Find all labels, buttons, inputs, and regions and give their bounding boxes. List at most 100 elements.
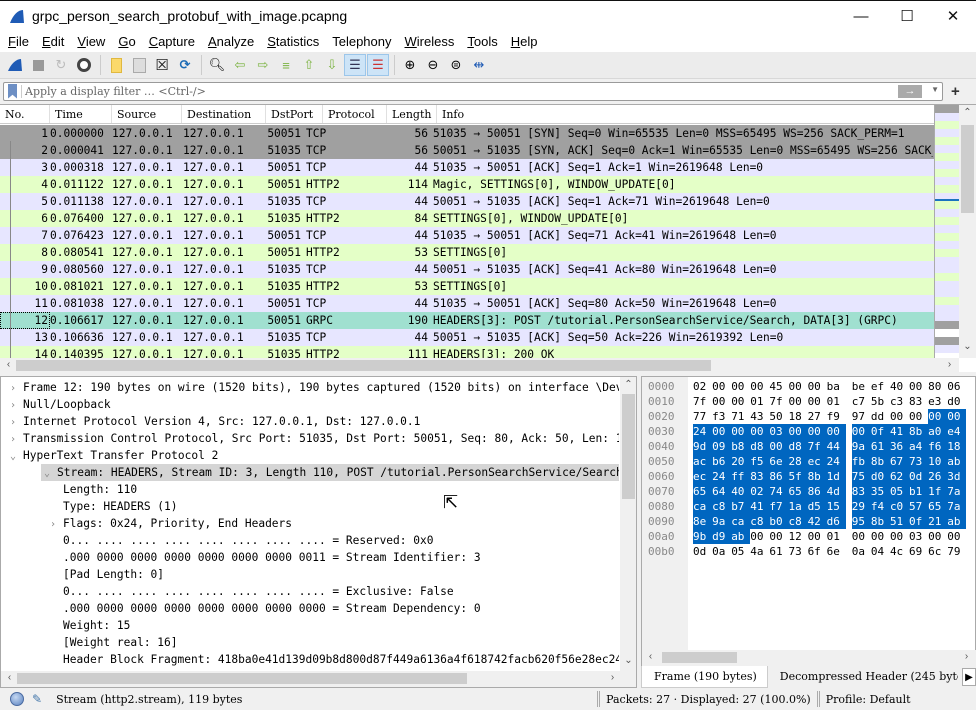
hex-byte[interactable]: ca: [693, 499, 713, 514]
hex-byte[interactable]: 01: [827, 529, 846, 544]
column-header-time[interactable]: Time: [50, 105, 112, 123]
details-vscrollbar[interactable]: ⌃ ⌄: [620, 377, 636, 671]
hex-byte[interactable]: c8: [750, 514, 770, 529]
hex-byte[interactable]: 06: [947, 379, 966, 394]
detail-tree-item[interactable]: .000 0000 0000 0000 0000 0000 0000 0000 …: [1, 600, 619, 617]
hex-byte[interactable]: 79: [947, 544, 966, 559]
detail-tree-item[interactable]: .000 0000 0000 0000 0000 0000 0000 0011 …: [1, 549, 619, 566]
hex-byte[interactable]: 02: [693, 379, 712, 394]
menu-file[interactable]: File: [3, 34, 34, 49]
hex-byte[interactable]: ec: [693, 469, 713, 484]
hex-byte[interactable]: ef: [871, 379, 890, 394]
zoom-normal-button[interactable]: ⊜: [445, 54, 467, 76]
packet-row[interactable]: 1 0.000000 127.0.0.1 127.0.0.1 50051 TCP 56 510…: [0, 125, 934, 142]
hex-byte[interactable]: 40: [890, 379, 909, 394]
hex-byte[interactable]: 51: [889, 514, 910, 529]
hex-byte[interactable]: 24: [826, 454, 846, 469]
column-header-dstport[interactable]: DstPort: [266, 105, 323, 123]
tab-decompressed-header[interactable]: Decompressed Header (245 bytes): [768, 666, 958, 688]
scrollbar-thumb[interactable]: [961, 125, 974, 213]
details-hscrollbar[interactable]: ‹ ›: [1, 671, 636, 687]
hex-byte[interactable]: be: [852, 379, 871, 394]
packet-row[interactable]: 5 0.011138 127.0.0.1 127.0.0.1 51035 TCP 44 500…: [0, 193, 934, 210]
hex-byte[interactable]: 0d: [693, 544, 712, 559]
hex-byte[interactable]: 03: [909, 529, 928, 544]
menu-edit[interactable]: Edit: [37, 34, 69, 49]
hex-byte[interactable]: 0f: [870, 424, 890, 439]
hex-byte[interactable]: 00: [712, 379, 731, 394]
menu-capture[interactable]: Capture: [144, 34, 200, 49]
hex-byte[interactable]: 77: [693, 409, 712, 424]
hex-byte[interactable]: fb: [851, 454, 871, 469]
packet-row[interactable]: 8 0.080541 127.0.0.1 127.0.0.1 50051 HTTP2 53 S…: [0, 244, 934, 261]
add-filter-button[interactable]: +: [951, 83, 960, 100]
menu-statistics[interactable]: Statistics: [262, 34, 324, 49]
hex-byte[interactable]: 00: [826, 424, 846, 439]
hex-byte[interactable]: 00: [807, 424, 827, 439]
hex-byte[interactable]: d0: [870, 469, 890, 484]
scroll-left-icon[interactable]: ‹: [642, 651, 659, 662]
hex-byte[interactable]: 7f: [769, 394, 788, 409]
hex-byte[interactable]: 0f: [909, 514, 929, 529]
hex-byte[interactable]: 01: [827, 394, 846, 409]
hex-byte[interactable]: d0: [947, 394, 966, 409]
expand-right-icon[interactable]: ›: [7, 380, 19, 396]
hex-byte[interactable]: d5: [807, 499, 827, 514]
maximize-button[interactable]: ☐: [884, 1, 930, 31]
expand-down-icon[interactable]: ⌄: [7, 448, 19, 464]
hex-byte[interactable]: 15: [826, 499, 846, 514]
hex-byte[interactable]: 00: [731, 394, 750, 409]
hex-byte[interactable]: f9: [827, 409, 846, 424]
hex-byte[interactable]: 00: [750, 529, 769, 544]
go-forward-button[interactable]: ⇨: [252, 54, 274, 76]
scroll-right-icon[interactable]: ›: [604, 672, 621, 683]
hex-byte[interactable]: 01: [750, 394, 769, 409]
bytes-hscrollbar[interactable]: ‹ ›: [641, 650, 976, 666]
packet-row[interactable]: 11 0.081038 127.0.0.1 127.0.0.1 50051 TCP 44 51…: [0, 295, 934, 312]
hex-byte[interactable]: 1a: [788, 499, 808, 514]
hex-byte[interactable]: 00: [852, 529, 871, 544]
reload-file-button[interactable]: ⟳: [174, 54, 196, 76]
hex-byte[interactable]: 00: [769, 439, 789, 454]
hex-byte[interactable]: 8b: [909, 424, 929, 439]
hex-byte[interactable]: 80: [928, 379, 947, 394]
hex-byte[interactable]: ab: [731, 529, 751, 544]
save-file-button[interactable]: [128, 54, 150, 76]
hex-byte[interactable]: 64: [712, 484, 732, 499]
packet-row[interactable]: 6 0.076400 127.0.0.1 127.0.0.1 51035 HTTP2 84 S…: [0, 210, 934, 227]
hex-byte[interactable]: 6c: [928, 544, 947, 559]
hex-byte[interactable]: 36: [889, 439, 910, 454]
hex-byte[interactable]: 44: [826, 439, 846, 454]
detail-tree-item[interactable]: [Weight real: 16]: [1, 634, 619, 651]
scrollbar-thumb[interactable]: [16, 360, 711, 371]
hex-byte[interactable]: 5f: [788, 469, 808, 484]
hex-byte[interactable]: 86: [807, 484, 827, 499]
hex-byte[interactable]: b7: [731, 499, 751, 514]
hex-byte[interactable]: 00: [890, 529, 909, 544]
hex-byte[interactable]: 61: [769, 544, 788, 559]
hex-byte[interactable]: c0: [889, 499, 910, 514]
hex-byte[interactable]: 00: [731, 379, 750, 394]
hex-byte[interactable]: e3: [928, 394, 947, 409]
expand-right-icon[interactable]: ›: [7, 431, 19, 447]
hex-byte[interactable]: 8b: [870, 454, 890, 469]
hex-byte[interactable]: 0d: [909, 469, 929, 484]
detail-tree-item[interactable]: 0... .... .... .... .... .... .... .... …: [1, 532, 619, 549]
hex-byte[interactable]: b8: [731, 439, 751, 454]
hex-byte[interactable]: ec: [807, 454, 827, 469]
detail-tree-item[interactable]: [Pad Length: 0]: [1, 566, 619, 583]
hex-byte[interactable]: 05: [731, 544, 750, 559]
hex-byte[interactable]: b1: [909, 484, 929, 499]
hex-byte[interactable]: 7f: [807, 439, 827, 454]
hex-byte[interactable]: 4d: [826, 484, 846, 499]
hex-byte[interactable]: 18: [788, 409, 807, 424]
packet-minimap[interactable]: [934, 105, 959, 361]
apply-filter-button[interactable]: →: [898, 84, 922, 98]
detail-tree-item[interactable]: Length: 110: [1, 481, 619, 498]
hex-byte[interactable]: 24: [693, 424, 713, 439]
hex-byte[interactable]: 71: [731, 409, 750, 424]
expert-info-icon[interactable]: [10, 692, 24, 706]
hex-byte[interactable]: 83: [909, 394, 928, 409]
hex-byte[interactable]: d9: [712, 529, 732, 544]
hex-byte[interactable]: c8: [788, 514, 808, 529]
